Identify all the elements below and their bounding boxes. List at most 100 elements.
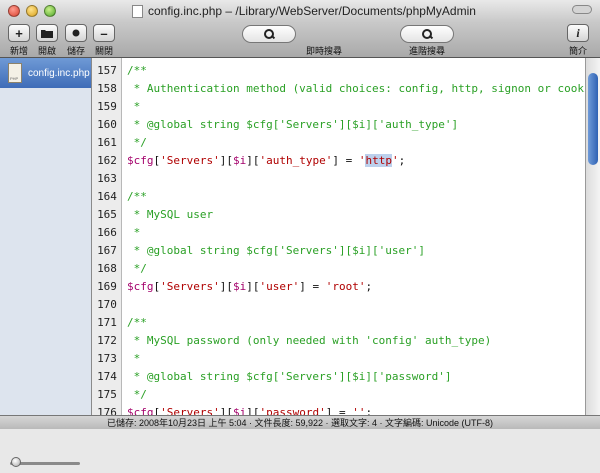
- code-token: */: [127, 262, 147, 275]
- code-line[interactable]: 165 * MySQL user: [92, 206, 585, 224]
- new-button[interactable]: +: [8, 24, 30, 42]
- code-text: $cfg['Servers'][$i]['user'] = 'root';: [127, 278, 372, 296]
- code-token: *: [127, 226, 141, 239]
- slider-knob[interactable]: [11, 457, 21, 467]
- line-number: 166: [97, 226, 117, 239]
- code-token: */: [127, 136, 147, 149]
- code-token: * Authentication method (valid choices: …: [127, 82, 585, 95]
- code-line[interactable]: 161 */: [92, 134, 585, 152]
- code-token: /**: [127, 316, 147, 329]
- code-editor[interactable]: 157 /** 158 * Authentication method (valid…: [92, 58, 585, 415]
- line-number: 162: [97, 154, 117, 167]
- code-token: 'root': [325, 280, 366, 293]
- toolbar: + 新增 開啟 儲存 – 關閉 即時搜尋 進階搜尋 i 簡介: [0, 22, 600, 58]
- line-number: 173: [97, 352, 117, 365]
- vertical-scrollbar[interactable]: [585, 58, 600, 415]
- code-line[interactable]: 162 $cfg['Servers'][$i]['auth_type'] = 'h…: [92, 152, 585, 170]
- code-line[interactable]: 174 * @global string $cfg['Servers'][$i]…: [92, 368, 585, 386]
- selected-text: http: [365, 154, 392, 167]
- code-line[interactable]: 164 /**: [92, 188, 585, 206]
- instant-search-label: 即時搜尋: [305, 46, 343, 56]
- php-file-icon: PHP: [8, 63, 22, 83]
- line-number: 164: [97, 190, 117, 203]
- toolbar-toggle-button[interactable]: [572, 5, 592, 14]
- code-line[interactable]: 173 *: [92, 350, 585, 368]
- code-token: ] =: [299, 280, 326, 293]
- line-number: 158: [97, 82, 117, 95]
- code-line[interactable]: 157 /**: [92, 62, 585, 80]
- code-text: */: [127, 386, 147, 404]
- code-line[interactable]: 171 /**: [92, 314, 585, 332]
- minimize-window-button[interactable]: [26, 5, 38, 17]
- line-number: 168: [97, 262, 117, 275]
- window-controls: [8, 5, 56, 17]
- code-token: $i: [232, 406, 247, 415]
- code-token: ;: [365, 406, 373, 415]
- info-icon: i: [576, 25, 580, 40]
- window-title: config.inc.php – /Library/WebServer/Docu…: [148, 4, 476, 18]
- open-button[interactable]: [36, 24, 58, 42]
- code-text: * @global string $cfg['Servers'][$i]['us…: [127, 242, 425, 260]
- code-token: $cfg: [127, 280, 154, 293]
- advanced-search-button[interactable]: [400, 25, 454, 43]
- code-line[interactable]: 170: [92, 296, 585, 314]
- code-token: /**: [127, 190, 147, 203]
- info-button[interactable]: i: [567, 24, 589, 42]
- code-line[interactable]: 175 */: [92, 386, 585, 404]
- code-token: * @global string $cfg['Servers'][$i]['us…: [127, 244, 426, 257]
- code-text: */: [127, 260, 147, 278]
- code-line[interactable]: 168 */: [92, 260, 585, 278]
- code-line[interactable]: 160 * @global string $cfg['Servers'][$i]…: [92, 116, 585, 134]
- search-icon: [264, 29, 274, 39]
- document-proxy-icon[interactable]: [132, 4, 143, 18]
- code-token: * @global string $cfg['Servers'][$i]['au…: [127, 118, 459, 131]
- code-token: ;: [398, 154, 406, 167]
- window-title-group: config.inc.php – /Library/WebServer/Docu…: [132, 0, 476, 22]
- save-button[interactable]: [65, 24, 87, 42]
- minus-icon: –: [100, 25, 108, 41]
- code-token: 'user': [259, 280, 300, 293]
- code-text: * @global string $cfg['Servers'][$i]['au…: [127, 116, 459, 134]
- line-number: 175: [97, 388, 117, 401]
- close-window-button[interactable]: [8, 5, 20, 17]
- code-token: 'Servers': [160, 406, 220, 415]
- code-token: */: [127, 388, 147, 401]
- code-line[interactable]: 169 $cfg['Servers'][$i]['user'] = 'root';: [92, 278, 585, 296]
- status-bar: 已儲存: 2008年10月23日 上午 5:04 · 文件長度: 59,922 …: [0, 415, 600, 429]
- code-token: ;: [365, 280, 373, 293]
- code-token: '': [352, 406, 366, 415]
- code-token: ][: [246, 154, 260, 167]
- code-token: /**: [127, 64, 147, 77]
- zoom-window-button[interactable]: [44, 5, 56, 17]
- code-line[interactable]: 166 *: [92, 224, 585, 242]
- code-token: 'password': [259, 406, 326, 415]
- advanced-search-label: 進階搜尋: [408, 46, 446, 56]
- code-token: ][: [246, 280, 260, 293]
- code-line[interactable]: 167 * @global string $cfg['Servers'][$i]…: [92, 242, 585, 260]
- instant-search-button[interactable]: [242, 25, 296, 43]
- close-button[interactable]: –: [93, 24, 115, 42]
- line-number: 172: [97, 334, 117, 347]
- code-line[interactable]: 158 * Authentication method (valid choic…: [92, 80, 585, 98]
- code-token: *: [127, 100, 141, 113]
- code-token: ': [391, 154, 399, 167]
- code-token: 'auth_type': [259, 154, 333, 167]
- code-token: $cfg: [127, 154, 154, 167]
- code-token: $i: [232, 154, 247, 167]
- sidebar-item-config-inc-php[interactable]: PHP config.inc.php: [0, 58, 91, 88]
- code-token: ][: [246, 406, 260, 415]
- code-line[interactable]: 159 *: [92, 98, 585, 116]
- sidebar-size-slider[interactable]: [0, 454, 91, 473]
- open-button-label: 開啟: [37, 46, 57, 56]
- code-line[interactable]: 176 $cfg['Servers'][$i]['password'] = '';: [92, 404, 585, 415]
- code-token: $i: [232, 280, 247, 293]
- code-text: * MySQL user: [127, 206, 213, 224]
- code-line[interactable]: 172 * MySQL password (only needed with '…: [92, 332, 585, 350]
- scrollbar-thumb[interactable]: [588, 73, 598, 165]
- plus-icon: +: [15, 25, 23, 41]
- code-text: * @global string $cfg['Servers'][$i]['pa…: [127, 368, 452, 386]
- line-number: 167: [97, 244, 117, 257]
- code-token: * @global string $cfg['Servers'][$i]['pa…: [127, 370, 452, 383]
- info-button-label: 簡介: [568, 46, 588, 56]
- code-line[interactable]: 163: [92, 170, 585, 188]
